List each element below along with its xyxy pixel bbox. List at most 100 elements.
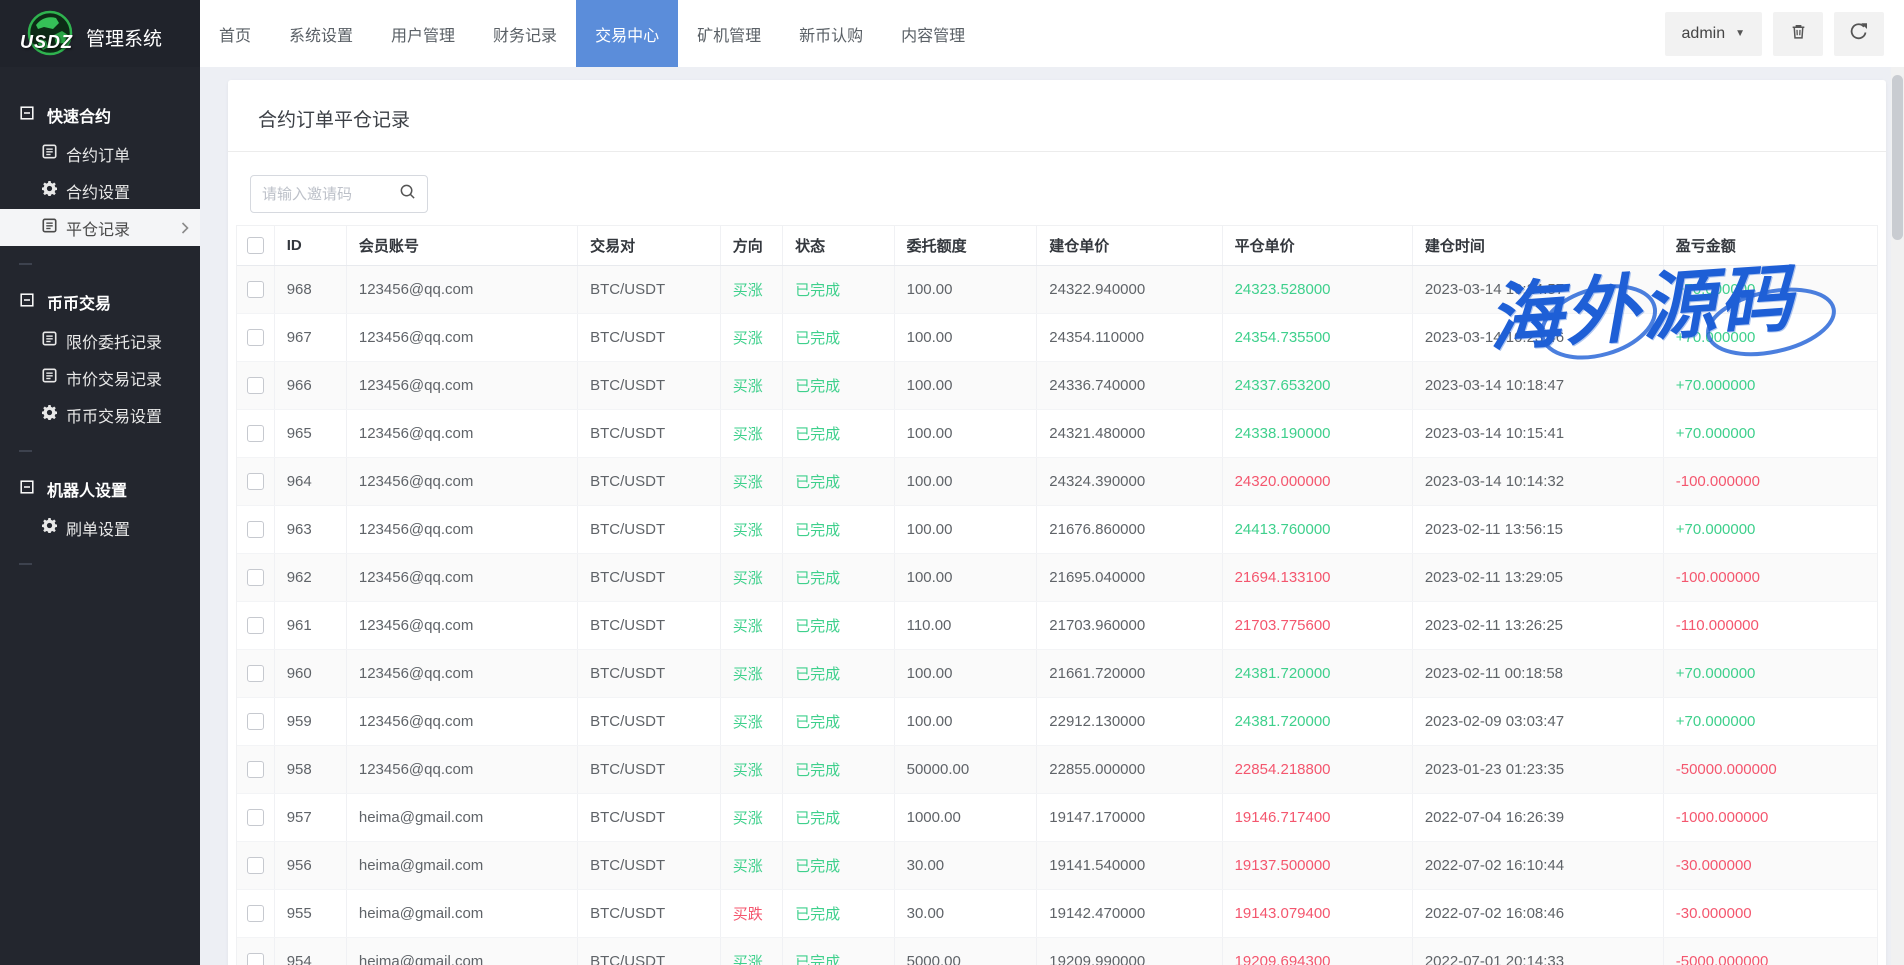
- cell-status: 已完成: [783, 698, 895, 745]
- sidebar-section-0[interactable]: 快速合约: [0, 95, 200, 135]
- cell-open_price: 24324.390000: [1037, 458, 1222, 505]
- sidebar-section-title: 机器人设置: [47, 477, 127, 501]
- sidebar-item-0-0[interactable]: 合约订单: [0, 135, 200, 172]
- search-input[interactable]: [262, 186, 393, 203]
- row-checkbox[interactable]: [247, 377, 264, 394]
- row-checkbox[interactable]: [247, 953, 264, 965]
- cell-pair: BTC/USDT: [578, 362, 721, 409]
- row-checkbox[interactable]: [247, 905, 264, 922]
- cell-cb: [237, 410, 275, 457]
- cell-cb: [237, 362, 275, 409]
- sidebar-item-1-2[interactable]: 币币交易设置: [0, 396, 200, 433]
- cell-close_price: 19146.717400: [1223, 794, 1413, 841]
- cell-open_time: 2023-02-11 13:56:15: [1413, 506, 1664, 553]
- cell-open_time: 2022-07-01 20:14:33: [1413, 938, 1664, 965]
- cell-amount: 50000.00: [895, 746, 1038, 793]
- gear-icon: [42, 405, 57, 425]
- table-row: 956heima@gmail.comBTC/USDT买涨已完成30.001914…: [237, 842, 1877, 890]
- nav-item-5[interactable]: 矿机管理: [678, 0, 780, 67]
- table-header: ID会员账号交易对方向状态委托额度建仓单价平仓单价建仓时间盈亏金额: [237, 226, 1877, 266]
- cell-pair: BTC/USDT: [578, 266, 721, 313]
- brand-logo: USDZ 管理系统: [0, 0, 200, 67]
- cell-amount: 110.00: [895, 602, 1038, 649]
- scrollbar[interactable]: [1891, 67, 1904, 965]
- logout-button[interactable]: [1834, 12, 1884, 56]
- sidebar-item-1-1[interactable]: 市价交易记录: [0, 359, 200, 396]
- cell-open_time: 2023-03-14 10:18:47: [1413, 362, 1664, 409]
- table-row: 968123456@qq.comBTC/USDT买涨已完成100.0024322…: [237, 266, 1877, 314]
- sidebar-item-2-0[interactable]: 刷单设置: [0, 509, 200, 546]
- cell-profit: -30.000000: [1664, 890, 1877, 937]
- cell-status: 已完成: [783, 890, 895, 937]
- page: USDZ 管理系统 首页系统设置用户管理财务记录交易中心矿机管理新币认购内容管理…: [0, 0, 1904, 965]
- row-checkbox[interactable]: [247, 665, 264, 682]
- cell-id: 968: [275, 266, 347, 313]
- sidebar-item-1-0[interactable]: 限价委托记录: [0, 322, 200, 359]
- app-name: 管理系统: [86, 24, 162, 51]
- cell-open_price: 19147.170000: [1037, 794, 1222, 841]
- cell-cb: [237, 890, 275, 937]
- nav-item-2[interactable]: 用户管理: [372, 0, 474, 67]
- cell-pair: BTC/USDT: [578, 698, 721, 745]
- table-row: 964123456@qq.comBTC/USDT买涨已完成100.0024324…: [237, 458, 1877, 506]
- row-checkbox[interactable]: [247, 569, 264, 586]
- records-table: ID会员账号交易对方向状态委托额度建仓单价平仓单价建仓时间盈亏金额 968123…: [236, 225, 1878, 965]
- cell-cb: [237, 266, 275, 313]
- row-checkbox[interactable]: [247, 281, 264, 298]
- cell-close_price: 21694.133100: [1223, 554, 1413, 601]
- sidebar-item-0-1[interactable]: 合约设置: [0, 172, 200, 209]
- cell-direction: 买涨: [721, 554, 783, 601]
- nav-item-7[interactable]: 内容管理: [882, 0, 984, 67]
- cell-pair: BTC/USDT: [578, 794, 721, 841]
- cell-pair: BTC/USDT: [578, 890, 721, 937]
- cell-id: 958: [275, 746, 347, 793]
- row-checkbox[interactable]: [247, 617, 264, 634]
- search-icon[interactable]: [399, 183, 416, 205]
- cell-close_price: 24337.653200: [1223, 362, 1413, 409]
- sidebar-section-title: 快速合约: [47, 103, 111, 127]
- table-row: 966123456@qq.comBTC/USDT买涨已完成100.0024336…: [237, 362, 1877, 410]
- cell-id: 964: [275, 458, 347, 505]
- cell-account: 123456@qq.com: [347, 602, 578, 649]
- cell-pair: BTC/USDT: [578, 602, 721, 649]
- topbar-actions: admin ▼: [1665, 0, 1904, 67]
- cell-profit: -110.000000: [1664, 602, 1877, 649]
- sidebar-section-1[interactable]: 币币交易: [0, 282, 200, 322]
- row-checkbox[interactable]: [247, 329, 264, 346]
- nav-item-4[interactable]: 交易中心: [576, 0, 678, 67]
- cell-pair: BTC/USDT: [578, 458, 721, 505]
- nav-item-0[interactable]: 首页: [200, 0, 270, 67]
- row-checkbox[interactable]: [247, 473, 264, 490]
- nav-item-1[interactable]: 系统设置: [270, 0, 372, 67]
- nav-item-3[interactable]: 财务记录: [474, 0, 576, 67]
- cell-amount: 100.00: [895, 410, 1038, 457]
- sidebar-item-label: 币币交易设置: [66, 403, 162, 427]
- sidebar-item-label: 市价交易记录: [66, 366, 162, 390]
- sidebar-section-2[interactable]: 机器人设置: [0, 469, 200, 509]
- sidebar-item-0-2[interactable]: 平仓记录: [0, 209, 200, 246]
- cell-direction: 买涨: [721, 506, 783, 553]
- scrollbar-thumb[interactable]: [1892, 75, 1903, 240]
- sidebar-item-label: 刷单设置: [66, 516, 130, 540]
- select-all-checkbox[interactable]: [247, 237, 264, 254]
- trash-button[interactable]: [1773, 12, 1823, 56]
- header-cell-amount: 委托额度: [895, 226, 1038, 265]
- cell-open_price: 21661.720000: [1037, 650, 1222, 697]
- row-checkbox[interactable]: [247, 761, 264, 778]
- cell-direction: 买涨: [721, 266, 783, 313]
- row-checkbox[interactable]: [247, 713, 264, 730]
- row-checkbox[interactable]: [247, 425, 264, 442]
- cell-id: 957: [275, 794, 347, 841]
- admin-dropdown[interactable]: admin ▼: [1665, 12, 1762, 56]
- cell-account: 123456@qq.com: [347, 746, 578, 793]
- row-checkbox[interactable]: [247, 809, 264, 826]
- nav-item-6[interactable]: 新币认购: [780, 0, 882, 67]
- cell-cb: [237, 698, 275, 745]
- gear-icon: [42, 181, 57, 201]
- cell-direction: 买涨: [721, 362, 783, 409]
- cell-amount: 100.00: [895, 266, 1038, 313]
- cell-id: 963: [275, 506, 347, 553]
- row-checkbox[interactable]: [247, 857, 264, 874]
- row-checkbox[interactable]: [247, 521, 264, 538]
- cell-status: 已完成: [783, 506, 895, 553]
